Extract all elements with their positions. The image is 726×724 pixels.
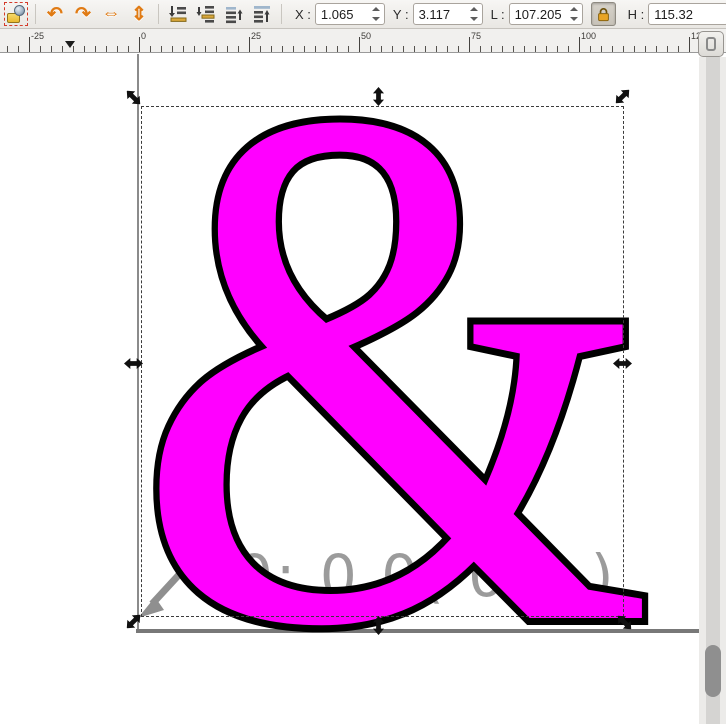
ruler-label: 50 [361, 31, 372, 41]
selector-tool-indicator-icon[interactable] [4, 2, 28, 26]
selection-bounding-box [141, 106, 624, 617]
selection-handle-bottom-center[interactable] [372, 616, 385, 635]
ruler-label: 0 [141, 31, 147, 41]
width-spinner[interactable] [568, 5, 580, 23]
selection-handle-middle-right[interactable] [613, 357, 632, 370]
toolbar-separator [158, 4, 159, 24]
ruler-tick [359, 37, 360, 52]
height-field-label: H : [627, 6, 645, 22]
raise-one-step-button[interactable] [223, 4, 245, 24]
page-left-border [137, 54, 139, 631]
height-field [648, 3, 726, 25]
canvas-area[interactable]: 0: 0,0( 0,0 ) & [0, 54, 726, 724]
ruler-tick [689, 37, 690, 52]
ruler-label: -25 [31, 31, 45, 41]
horizontal-ruler[interactable]: -25 0 25 50 75 100 125 [0, 29, 726, 53]
x-field [314, 3, 385, 25]
raise-to-top-button[interactable] [251, 4, 273, 24]
ruler-tick [249, 37, 250, 52]
lower-one-step-button[interactable] [195, 4, 217, 24]
y-input[interactable] [413, 5, 466, 23]
padlock-icon [597, 7, 609, 21]
ruler-tick [139, 37, 140, 52]
y-field-label: Y : [392, 6, 409, 22]
scrollbar-thumb[interactable] [705, 645, 721, 697]
x-spinner[interactable] [370, 5, 382, 23]
toolbar-separator [35, 4, 36, 24]
tool-controls-bar: ↶ ↷ ⇔ ⇕ X: 1.065 Y: 3.117 L: 107.205 … [0, 0, 726, 29]
lower-to-bottom-button[interactable] [167, 4, 189, 24]
height-input[interactable] [649, 5, 712, 23]
page-bottom-border [136, 629, 699, 633]
width-input[interactable] [509, 5, 566, 23]
ruler-tick [469, 37, 470, 52]
y-spinner[interactable] [468, 5, 480, 23]
width-field-label: L : [490, 6, 505, 22]
ruler-label: 75 [471, 31, 482, 41]
flip-horizontal-button[interactable]: ⇔ [97, 2, 125, 26]
rotate-cw-button[interactable]: ↷ [69, 2, 97, 26]
ruler-pointer-marker [65, 41, 75, 48]
sticky-zoom-icon [706, 37, 716, 51]
rotate-ccw-button[interactable]: ↶ [41, 2, 69, 26]
ruler-tick [579, 37, 580, 52]
inkscape-window: ↶ ↷ ⇔ ⇕ X: 1.065 Y: 3.117 L: 107.205 … [0, 0, 726, 724]
width-field [508, 3, 583, 25]
selection-sphere-icon [14, 5, 25, 16]
lock-ratio-button[interactable] [590, 2, 616, 26]
vertical-scrollbar[interactable] [699, 57, 726, 724]
selection-handle-top-right[interactable] [611, 85, 634, 108]
selection-handle-middle-left[interactable] [124, 357, 143, 370]
ruler-label: 25 [251, 31, 262, 41]
sticky-zoom-button[interactable] [698, 31, 724, 57]
selection-handle-top-center[interactable] [372, 87, 385, 106]
toolbar-separator [281, 4, 282, 24]
x-field-label: X : [295, 6, 311, 22]
x-input[interactable] [315, 5, 368, 23]
y-field [412, 3, 483, 25]
flip-vertical-button[interactable]: ⇕ [125, 2, 153, 26]
scrollbar-track[interactable] [706, 57, 720, 724]
ruler-tick [29, 37, 30, 52]
ruler-label: 100 [581, 31, 597, 41]
